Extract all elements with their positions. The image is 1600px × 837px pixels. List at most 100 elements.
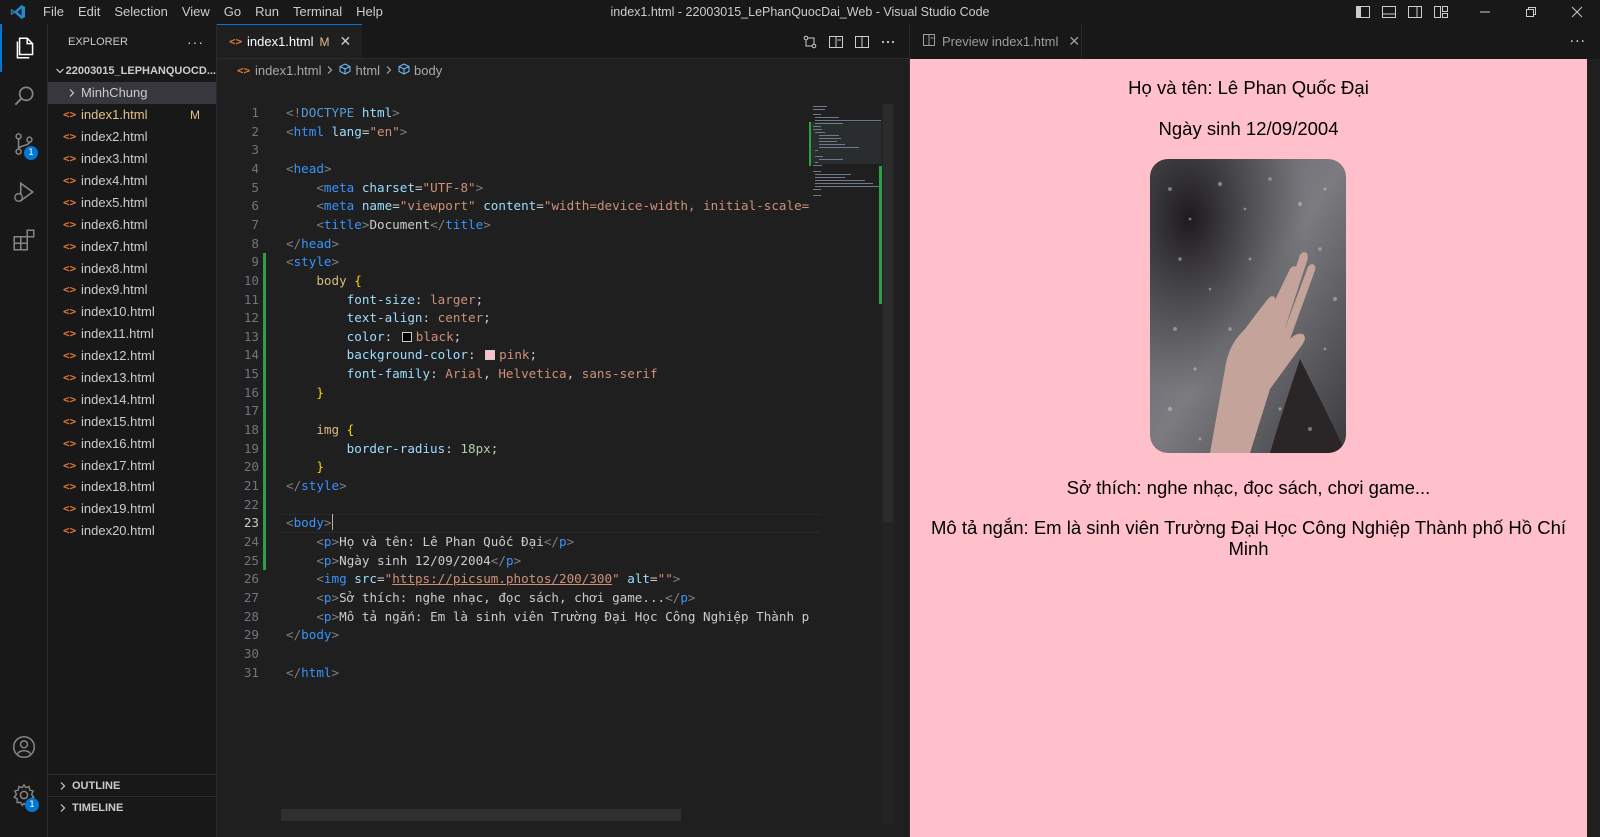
customize-layout-icon[interactable] — [1428, 0, 1454, 24]
code-line[interactable]: 26 <img src="https://picsum.photos/200/3… — [217, 570, 817, 589]
explorer-more-button[interactable]: ··· — [187, 34, 204, 50]
code-line[interactable]: 8 </head> — [217, 235, 817, 254]
code-line[interactable]: 15 font-family: Arial, Helvetica, sans-s… — [217, 365, 817, 384]
search-icon[interactable] — [0, 72, 48, 120]
preview-page[interactable]: Họ và tên: Lê Phan Quốc Đại Ngày sinh 12… — [910, 59, 1587, 837]
code-line[interactable]: 10 body { — [217, 272, 817, 291]
code-line[interactable]: 4 <head> — [217, 160, 817, 179]
file-item[interactable]: <> index6.html — [48, 213, 216, 235]
folder-minhchung[interactable]: MinhChung — [48, 82, 216, 104]
outline-section[interactable]: OUTLINE — [48, 774, 216, 796]
file-item[interactable]: <> index4.html — [48, 170, 216, 192]
preview-close-icon[interactable]: ✕ — [1068, 33, 1080, 50]
file-item[interactable]: <> index17.html — [48, 454, 216, 476]
code-line[interactable]: 22 — [217, 496, 817, 515]
menu-file[interactable]: File — [36, 0, 71, 24]
breadcrumb-html[interactable]: html — [355, 63, 380, 78]
menu-run[interactable]: Run — [248, 0, 286, 24]
code-line[interactable]: 19 border-radius: 18px; — [217, 440, 817, 459]
code-line[interactable]: 5 <meta charset="UTF-8"> — [217, 179, 817, 198]
code-line[interactable]: 7 <title>Document</title> — [217, 216, 817, 235]
code-line[interactable]: 23 <body> — [217, 514, 817, 533]
menu-go[interactable]: Go — [217, 0, 248, 24]
color-swatch-icon[interactable] — [401, 331, 412, 342]
file-item[interactable]: <> index13.html — [48, 367, 216, 389]
color-swatch-icon[interactable] — [485, 350, 496, 361]
toggle-secondary-sidebar-icon[interactable] — [1402, 0, 1428, 24]
menu-selection[interactable]: Selection — [107, 0, 174, 24]
minimize-icon[interactable] — [1462, 0, 1508, 24]
scrollbar-thumb[interactable] — [883, 104, 893, 522]
code-line[interactable]: 25 <p>Ngày sinh 12/09/2004</p> — [217, 552, 817, 571]
file-item[interactable]: <> index10.html — [48, 301, 216, 323]
tab-index1-html[interactable]: <> index1.html M ✕ — [217, 24, 362, 58]
manage-gear-icon[interactable]: 1 — [0, 771, 48, 819]
split-editor-icon[interactable] — [849, 24, 875, 59]
code-line[interactable]: 11 font-size: larger; — [217, 291, 817, 310]
code-line[interactable]: 18 img { — [217, 421, 817, 440]
code-line[interactable]: 9 <style> — [217, 253, 817, 272]
workspace-folder[interactable]: 22003015_LEPHANQUOCD... — [48, 60, 216, 82]
timeline-section[interactable]: TIMELINE — [48, 796, 216, 818]
code-line[interactable]: 1 <!DOCTYPE html> — [217, 104, 817, 123]
code-line[interactable]: 27 <p>Sở thích: nghe nhạc, đọc sách, chơ… — [217, 589, 817, 608]
open-changes-icon[interactable] — [797, 24, 823, 59]
code-line[interactable]: 3 — [217, 141, 817, 160]
file-item[interactable]: <> index2.html — [48, 126, 216, 148]
code-line[interactable]: 2 <html lang="en"> — [217, 123, 817, 142]
file-item[interactable]: <> index12.html — [48, 345, 216, 367]
code-line[interactable]: 28 <p>Mô tả ngắn: Em là sinh viên Trường… — [217, 608, 817, 627]
restore-icon[interactable] — [1508, 0, 1554, 24]
code-line[interactable]: 20 } — [217, 458, 817, 477]
code-line[interactable]: 12 text-align: center; — [217, 309, 817, 328]
preview-scrollbar[interactable] — [1587, 59, 1600, 837]
vscode-logo-icon[interactable] — [0, 0, 36, 24]
code-line[interactable]: 14 background-color: pink; — [217, 346, 817, 365]
code-line[interactable]: 30 — [217, 645, 817, 664]
menu-edit[interactable]: Edit — [71, 0, 107, 24]
code-line[interactable]: 6 <meta name="viewport" content="width=d… — [217, 197, 817, 216]
file-item[interactable]: <> index14.html — [48, 388, 216, 410]
code-line[interactable]: 29 </body> — [217, 626, 817, 645]
tab-preview-index1[interactable]: Preview index1.html ✕ — [910, 24, 1082, 59]
file-item[interactable]: <> index19.html — [48, 498, 216, 520]
file-item[interactable]: <> index18.html — [48, 476, 216, 498]
code-line[interactable]: 21 </style> — [217, 477, 817, 496]
close-window-icon[interactable] — [1554, 0, 1600, 24]
code-line[interactable]: 17 — [217, 402, 817, 421]
file-item[interactable]: <> index16.html — [48, 432, 216, 454]
file-item[interactable]: <> index8.html — [48, 257, 216, 279]
menu-terminal[interactable]: Terminal — [286, 0, 349, 24]
code-line[interactable]: 16 } — [217, 384, 817, 403]
code-editor[interactable]: 1 <!DOCTYPE html> 2 <html lang="en"> 3 4 <head… — [217, 104, 909, 824]
breadcrumb-body[interactable]: body — [414, 63, 442, 78]
accounts-icon[interactable] — [0, 723, 48, 771]
file-item[interactable]: <> index11.html — [48, 323, 216, 345]
breadcrumb-file[interactable]: index1.html — [255, 63, 321, 78]
file-item[interactable]: <> index1.html M — [48, 104, 216, 126]
explorer-icon[interactable] — [0, 24, 48, 72]
extensions-icon[interactable] — [0, 216, 48, 264]
file-item[interactable]: <> index20.html — [48, 520, 216, 542]
editor-vertical-scrollbar[interactable] — [881, 104, 895, 824]
code-line[interactable]: 24 <p>Họ và tên: Lê Phan Quốc Đại</p> — [217, 533, 817, 552]
more-actions-icon[interactable] — [875, 24, 901, 59]
toggle-panel-icon[interactable] — [1376, 0, 1402, 24]
toggle-primary-sidebar-icon[interactable] — [1350, 0, 1376, 24]
file-item[interactable]: <> index15.html — [48, 410, 216, 432]
file-item[interactable]: <> index9.html — [48, 279, 216, 301]
preview-more-button[interactable]: ··· — [1570, 24, 1586, 59]
file-item[interactable]: <> index3.html — [48, 148, 216, 170]
file-item[interactable]: <> index5.html — [48, 191, 216, 213]
menu-view[interactable]: View — [175, 0, 217, 24]
code-line[interactable]: 31 </html> — [217, 664, 817, 683]
open-preview-icon[interactable] — [823, 24, 849, 59]
menu-help[interactable]: Help — [349, 0, 390, 24]
code-line[interactable]: 13 color: black; — [217, 328, 817, 347]
tab-close-icon[interactable]: ✕ — [339, 33, 351, 50]
file-item[interactable]: <> index7.html — [48, 235, 216, 257]
editor-horizontal-scrollbar[interactable] — [281, 809, 681, 821]
run-debug-icon[interactable] — [0, 168, 48, 216]
minimap[interactable] — [809, 104, 881, 204]
source-control-icon[interactable]: 1 — [0, 120, 48, 168]
